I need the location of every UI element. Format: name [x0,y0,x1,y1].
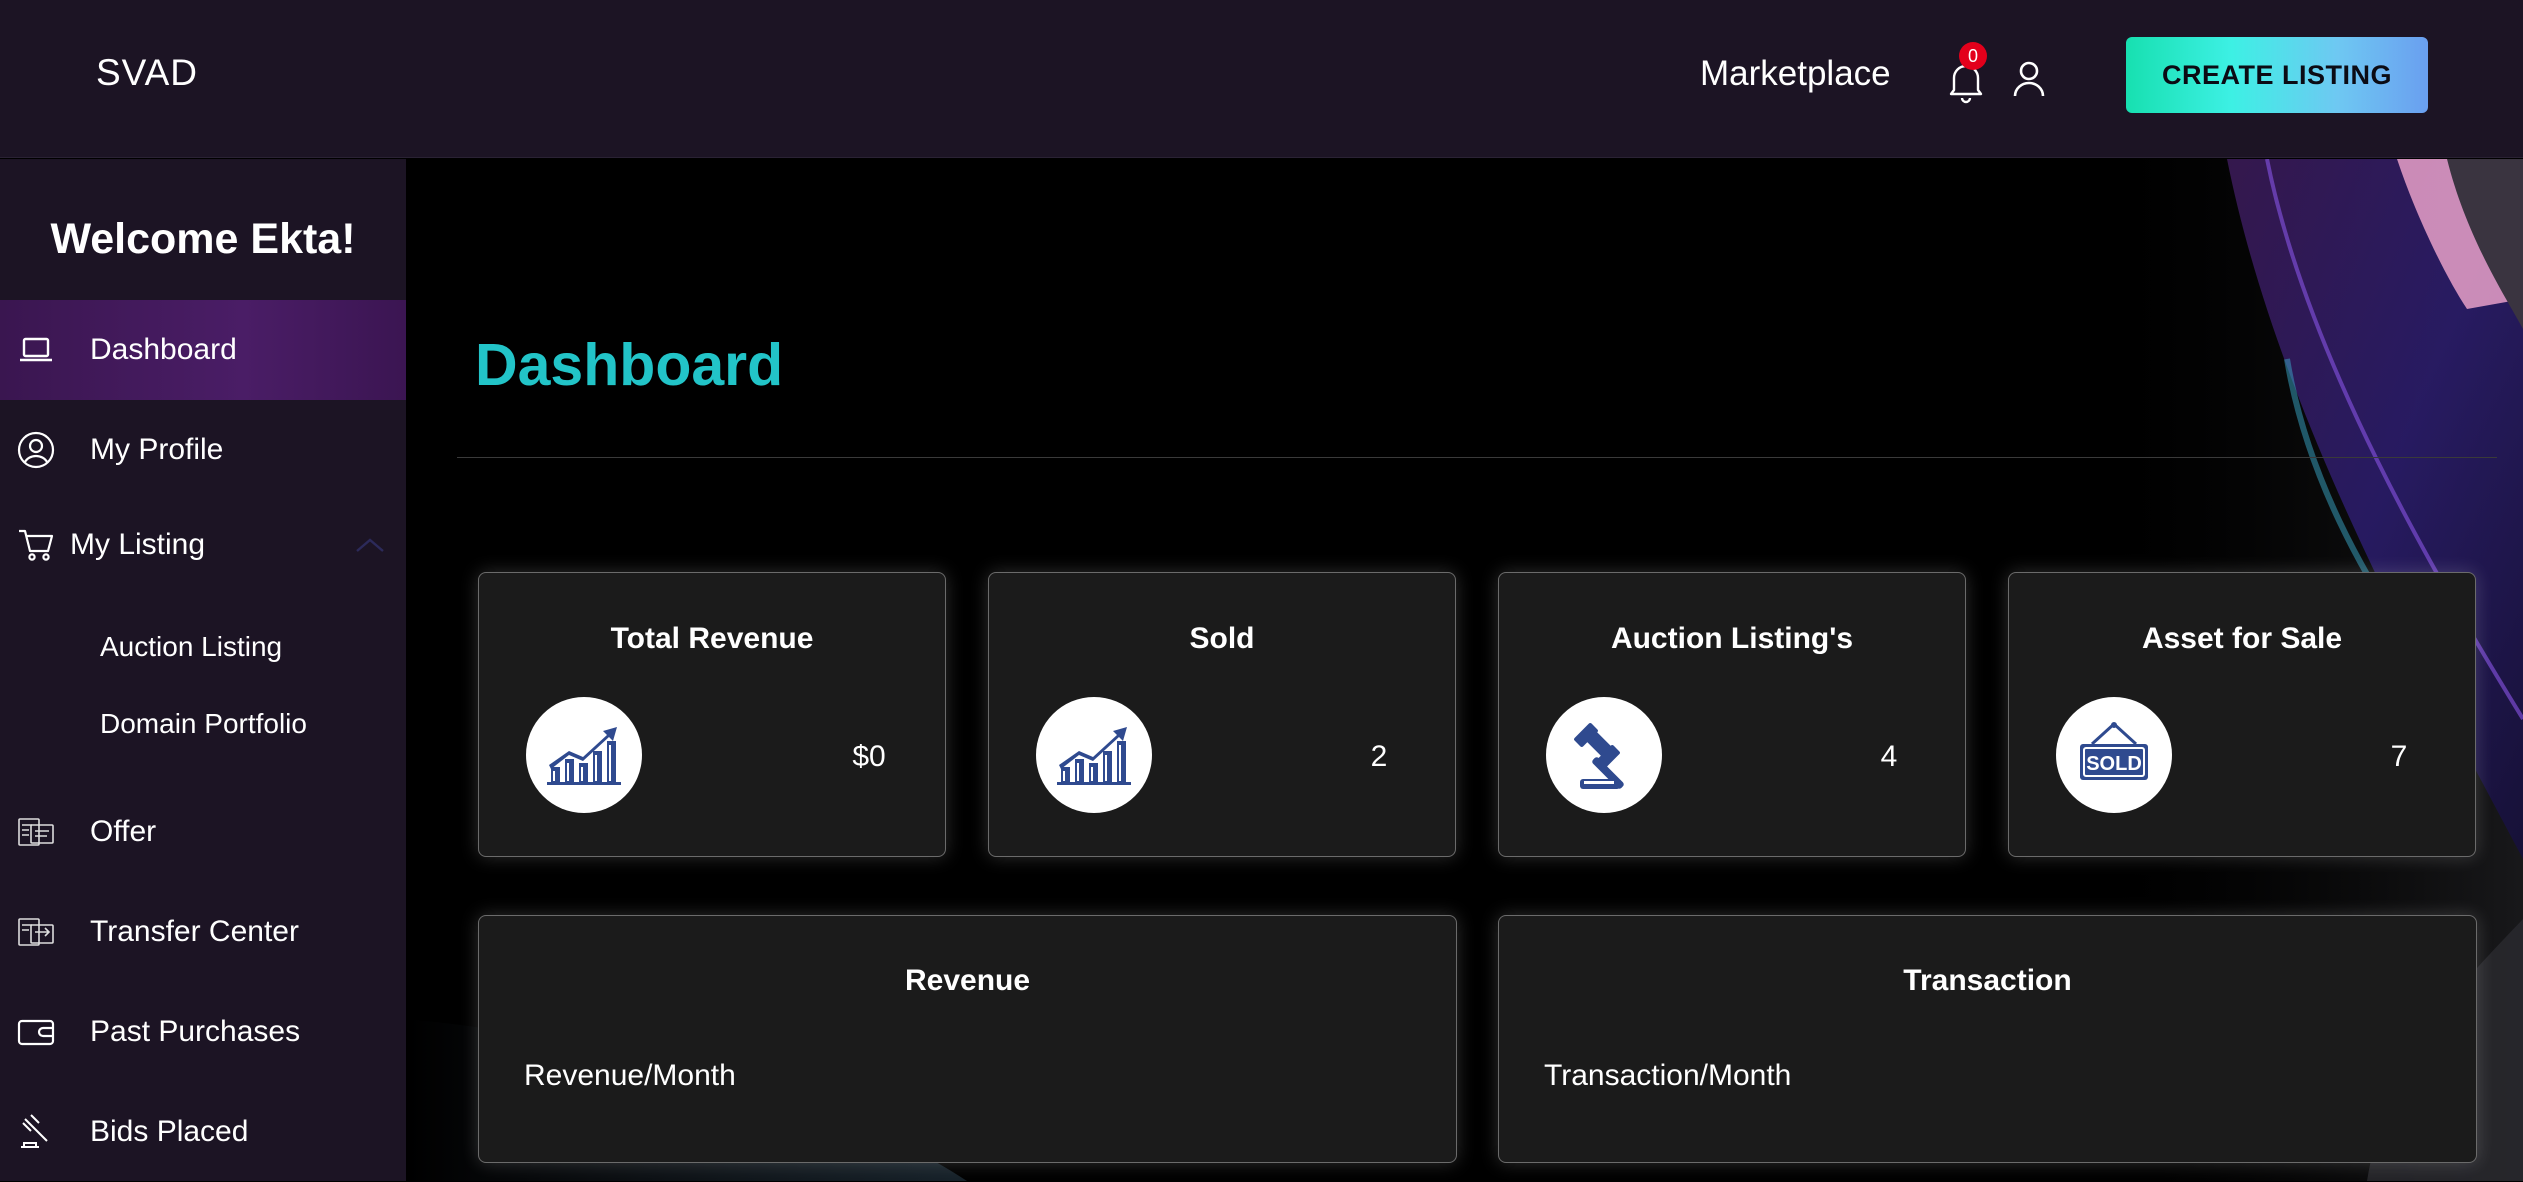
offer-icon [16,812,56,852]
sidebar-item-bids-placed[interactable]: Bids Placed [0,1082,406,1182]
panel-subtitle: Revenue/Month [524,1059,736,1092]
card-title: Auction Listing's [1610,622,1854,655]
brand-logo[interactable]: SVAD [96,52,198,94]
sidebar-item-label: Past Purchases [90,1015,301,1048]
wallet-icon [16,1012,56,1052]
sidebar-item-label: My Listing [70,528,206,561]
main-content: Dashboard Total Revenue $0 Sold 2 Auctio… [407,159,2523,1181]
growth-chart-icon [526,697,642,813]
sidebar-item-offer[interactable]: Offer [0,782,406,882]
revenue-panel: Revenue Revenue/Month [478,915,1457,1163]
card-title: Sold [1189,622,1255,655]
sidebar-item-transfer-center[interactable]: Transfer Center [0,882,406,982]
sidebar-item-my-profile[interactable]: My Profile [0,400,406,500]
sold-sign-icon: SOLD [2056,697,2172,813]
card-title: Revenue [904,964,1031,997]
notification-badge: 0 [1959,42,1987,70]
auction-gavel-icon [1546,697,1662,813]
user-circle-icon [16,430,56,470]
stat-card-asset-for-sale: Asset for Sale SOLD 7 [2008,572,2476,857]
card-title: Transaction [1903,964,2072,997]
stat-value: 4 [1880,740,1898,773]
stat-card-auction-listings: Auction Listing's 4 [1498,572,1966,857]
card-title: Asset for Sale [2141,622,2343,655]
create-listing-button[interactable]: CREATE LISTING [2126,37,2428,113]
cart-icon [16,525,56,565]
sidebar-item-my-listing[interactable]: My Listing [0,495,406,595]
panel-subtitle: Transaction/Month [1544,1059,1792,1092]
svg-text:SOLD: SOLD [2086,753,2142,775]
gavel-icon [16,1112,56,1152]
sidebar-subitem-domain-portfolio[interactable]: Domain Portfolio [100,708,307,740]
sidebar-item-label: Bids Placed [90,1115,249,1148]
sidebar-subitem-auction-listing[interactable]: Auction Listing [100,631,282,663]
sidebar-item-dashboard[interactable]: Dashboard [0,300,406,400]
stat-card-sold: Sold 2 [988,572,1456,857]
transfer-icon [16,912,56,952]
sidebar-item-label: Offer [90,815,157,848]
nav-marketplace[interactable]: Marketplace [1700,54,1891,94]
stat-value: 2 [1370,740,1388,773]
laptop-icon [16,330,56,370]
welcome-heading: Welcome Ekta! [50,215,356,263]
sidebar-item-label: Transfer Center [90,915,299,948]
chevron-up-icon[interactable] [354,535,386,555]
transaction-panel: Transaction Transaction/Month [1498,915,2477,1163]
page-title: Dashboard [475,332,784,398]
stat-card-total-revenue: Total Revenue $0 [478,572,946,857]
user-icon[interactable] [2010,58,2048,100]
stat-value: $0 [852,740,886,773]
growth-chart-icon [1036,697,1152,813]
sidebar-item-label: My Profile [90,433,224,466]
sidebar: Welcome Ekta! Dashboard My Profile My Li… [0,159,406,1181]
stat-value: 7 [2390,740,2408,773]
title-divider [457,457,2497,458]
top-header: SVAD Marketplace 0 CREATE LISTING [0,0,2523,158]
card-title: Total Revenue [610,622,814,655]
sidebar-item-past-purchases[interactable]: Past Purchases [0,982,406,1082]
sidebar-item-label: Dashboard [90,333,237,366]
